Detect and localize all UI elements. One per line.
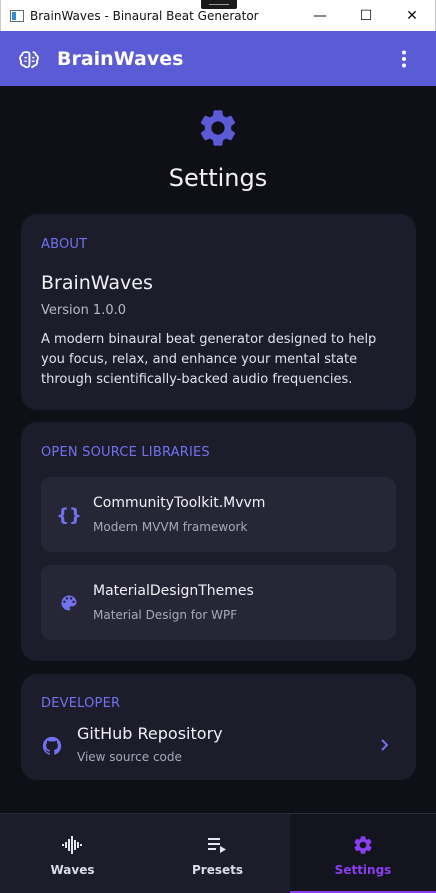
app-window-icon <box>10 9 24 22</box>
more-vertical-icon[interactable] <box>394 49 414 69</box>
about-section-label: ABOUT <box>41 237 88 252</box>
gear-icon <box>200 110 236 146</box>
brain-icon <box>19 50 39 68</box>
nav-label-waves: Waves <box>50 863 95 877</box>
github-repository-title: GitHub Repository <box>77 724 223 743</box>
developer-card: DEVELOPER GitHub Repository View source … <box>21 674 416 780</box>
settings-content[interactable]: Settings ABOUT BrainWaves Version 1.0.0 … <box>0 86 436 813</box>
maximize-button[interactable]: ☐ <box>343 0 389 31</box>
library-description: Modern MVVM framework <box>93 520 248 534</box>
about-description: A modern binaural beat generator designe… <box>41 332 377 387</box>
github-repository-subtitle: View source code <box>77 750 182 764</box>
window-title: BrainWaves - Binaural Beat Generator <box>30 8 259 23</box>
app-name: BrainWaves <box>57 47 184 70</box>
about-card: ABOUT BrainWaves Version 1.0.0 A modern … <box>21 214 416 410</box>
chevron-right-icon <box>381 739 389 751</box>
app-bar: BrainWaves <box>0 31 436 86</box>
library-item-materialdesignthemes[interactable]: MaterialDesignThemes Material Design for… <box>41 565 396 640</box>
about-version: Version 1.0.0 <box>41 303 127 318</box>
library-name: CommunityToolkit.Mvvm <box>93 495 266 511</box>
github-icon <box>42 736 62 755</box>
nav-label-settings: Settings <box>334 863 392 877</box>
palette-icon <box>58 592 80 614</box>
minimize-button[interactable]: — <box>297 0 343 31</box>
nav-label-presets: Presets <box>191 863 243 877</box>
gear-icon <box>352 834 374 856</box>
nav-item-waves[interactable]: Waves <box>0 814 145 893</box>
waveform-icon <box>61 834 84 856</box>
libraries-card: OPEN SOURCE LIBRARIES {} CommunityToolki… <box>21 422 416 661</box>
bottom-navigation: Waves Presets Settings <box>0 813 436 893</box>
code-braces-icon: {} <box>56 504 82 526</box>
about-app-name: BrainWaves <box>41 272 153 294</box>
github-repository-link[interactable]: GitHub Repository View source code <box>21 718 416 766</box>
drag-handle[interactable] <box>201 0 237 9</box>
page-title: Settings <box>168 164 268 192</box>
close-button[interactable]: ✕ <box>389 0 435 31</box>
nav-item-presets[interactable]: Presets <box>145 814 290 893</box>
developer-section-label: DEVELOPER <box>41 696 121 711</box>
library-name: MaterialDesignThemes <box>93 583 254 599</box>
library-item-communitytoolkit[interactable]: {} CommunityToolkit.Mvvm Modern MVVM fra… <box>41 477 396 552</box>
library-description: Material Design for WPF <box>93 608 238 622</box>
nav-item-settings[interactable]: Settings <box>290 814 436 893</box>
window-titlebar[interactable]: BrainWaves - Binaural Beat Generator — ☐… <box>0 0 436 31</box>
playlist-play-icon <box>207 834 229 856</box>
libraries-section-label: OPEN SOURCE LIBRARIES <box>41 445 210 460</box>
page-header: Settings <box>0 106 436 192</box>
